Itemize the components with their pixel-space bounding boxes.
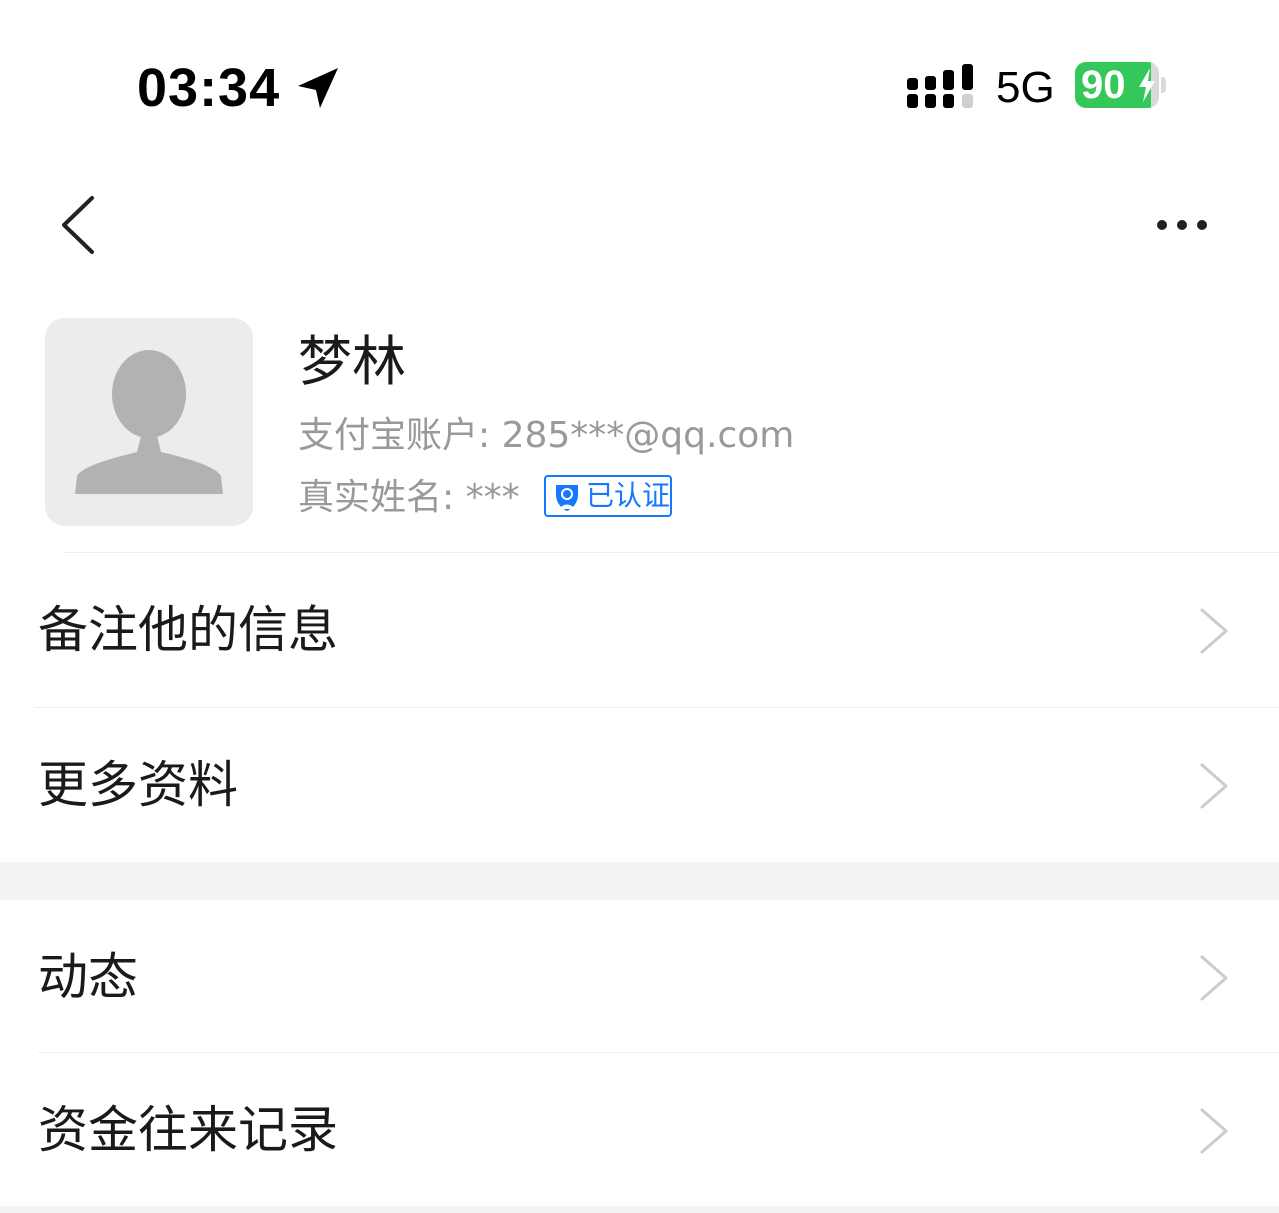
more-options-button[interactable]: [1145, 205, 1217, 245]
account-label: 支付宝账户:: [298, 415, 491, 456]
battery-percent: 90: [1081, 63, 1126, 107]
realname-label: 真实姓名:: [298, 477, 455, 518]
chevron-right-icon: [1200, 1108, 1228, 1154]
signal-strength-icon: [907, 64, 973, 108]
menu-item-label: 更多资料: [38, 756, 238, 814]
location-arrow-icon: [298, 68, 338, 108]
menu-item-remark-info[interactable]: 备注他的信息: [0, 553, 1279, 707]
realname-value: ***: [465, 477, 520, 518]
avatar[interactable]: [45, 318, 253, 526]
realname-line: 真实姓名: ***: [298, 474, 520, 522]
battery-indicator: 90: [1075, 62, 1167, 108]
account-line: 支付宝账户: 285***@qq.com: [298, 412, 794, 460]
menu-item-label: 备注他的信息: [38, 601, 338, 659]
status-time: 03:34: [137, 58, 281, 118]
menu-item-label: 动态: [38, 948, 138, 1006]
menu-item-transaction-records[interactable]: 资金往来记录: [0, 1053, 1279, 1207]
verified-person-icon: [556, 485, 578, 511]
verified-badge[interactable]: 已认证: [544, 475, 672, 517]
back-button[interactable]: [52, 190, 112, 260]
chevron-left-icon: [62, 196, 94, 254]
default-user-icon: [75, 350, 223, 494]
menu-item-more-info[interactable]: 更多资料: [0, 708, 1279, 862]
verified-label: 已认证: [586, 479, 671, 512]
network-type: 5G: [996, 63, 1055, 112]
profile-name: 梦林: [298, 330, 406, 393]
chevron-right-icon: [1200, 763, 1228, 809]
section-separator: [0, 862, 1279, 900]
charging-bolt-icon: [1139, 68, 1155, 102]
menu-item-moments[interactable]: 动态: [0, 900, 1279, 1054]
chevron-right-icon: [1200, 608, 1228, 654]
ellipsis-icon: [1157, 220, 1207, 230]
account-value: 285***@qq.com: [501, 415, 795, 456]
chevron-right-icon: [1200, 955, 1228, 1001]
section-separator: [0, 1206, 1279, 1213]
status-bar: 03:34 5G 90: [0, 0, 1279, 170]
menu-item-label: 资金往来记录: [38, 1101, 338, 1159]
